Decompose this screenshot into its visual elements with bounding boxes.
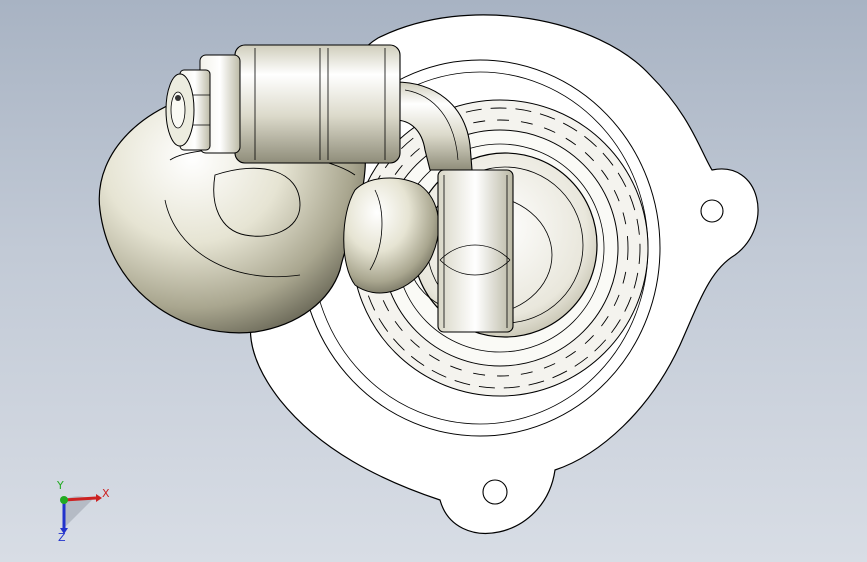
bolt-hole-right[interactable] bbox=[700, 199, 724, 223]
tube-cylinder[interactable] bbox=[234, 44, 401, 164]
hex-nut-fitting[interactable] bbox=[165, 54, 241, 154]
bolt-hole-bottom[interactable] bbox=[482, 479, 508, 505]
cad-model-view[interactable] bbox=[0, 0, 867, 562]
y-axis-label: Y bbox=[57, 479, 64, 492]
graphics-viewport[interactable]: X Y Z bbox=[0, 0, 867, 562]
z-axis-label: Z bbox=[58, 531, 66, 544]
bearing-ring[interactable] bbox=[437, 169, 514, 333]
y-axis-point bbox=[60, 496, 68, 504]
x-axis-arrow bbox=[63, 496, 97, 502]
x-axis-label: X bbox=[102, 487, 110, 500]
